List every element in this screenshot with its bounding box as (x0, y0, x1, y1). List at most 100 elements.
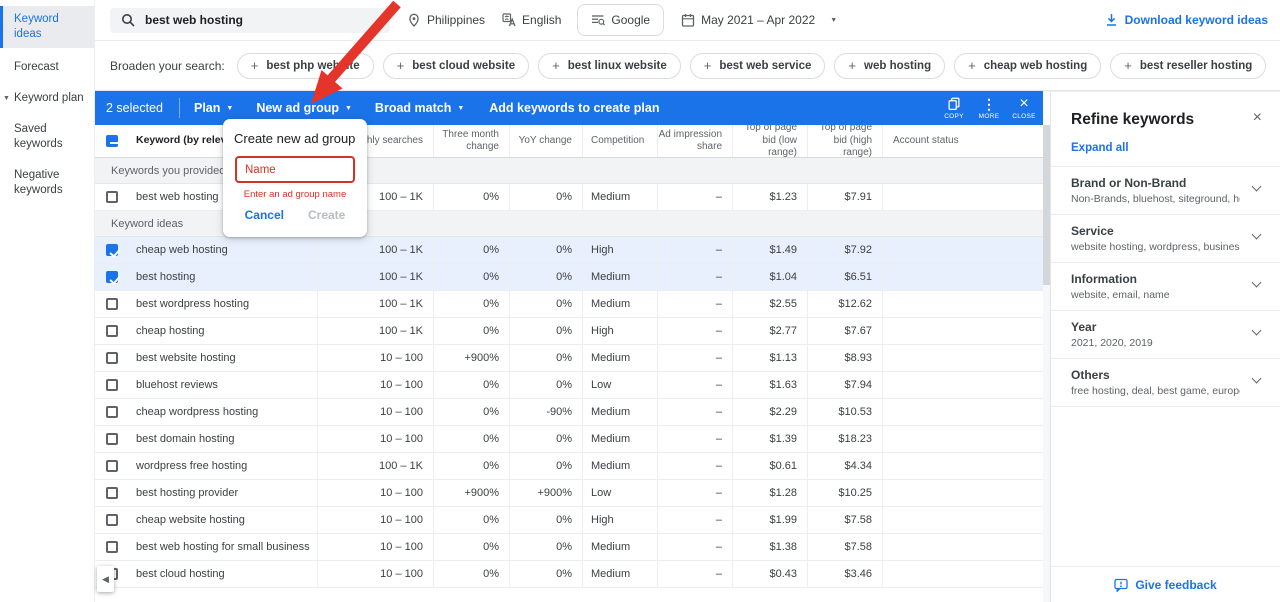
keyword-cell: best hosting (128, 264, 318, 290)
column-header-three-month-change[interactable]: Three month change (434, 125, 510, 157)
column-header-label: Top of page bid (high range) (808, 122, 872, 160)
sidebar-item-negative-keywords[interactable]: Negative keywords (0, 164, 94, 202)
row-checkbox[interactable] (106, 191, 118, 203)
keyword-cell: best website hosting (128, 345, 318, 371)
table-row[interactable]: best hosting100 – 1K0%0%Medium–$1.04$6.5… (95, 264, 1043, 291)
bid-high-cell: $18.23 (808, 426, 883, 452)
dialog-title: Create new ad group (223, 119, 367, 146)
keyword-cell: best hosting provider (128, 480, 318, 506)
toolbar-icon-label: MORE (979, 113, 1000, 120)
broaden-chip[interactable]: +best reseller hosting (1110, 53, 1266, 79)
cell-value: best wordpress hosting (136, 298, 249, 310)
plus-icon: + (704, 58, 712, 73)
plus-icon: + (968, 58, 976, 73)
row-checkbox[interactable] (106, 325, 118, 337)
table-row[interactable]: best cloud hosting10 – 1000%0%Medium–$0.… (95, 561, 1043, 588)
three-month-cell: 0% (434, 184, 510, 210)
cell-value: $1.23 (769, 191, 797, 203)
broaden-chip[interactable]: +cheap web hosting (954, 53, 1101, 79)
row-checkbox[interactable] (106, 244, 118, 256)
sidebar-item-forecast[interactable]: Forecast (0, 56, 94, 79)
refine-section-service[interactable]: Servicewebsite hosting, wordpress, busin… (1051, 215, 1280, 263)
download-keyword-ideas-link[interactable]: Download keyword ideas (1105, 13, 1268, 27)
toolbar-more-button[interactable]: ⋮MORE (976, 97, 1002, 120)
table-row[interactable]: cheap website hosting10 – 1000%0%High–$1… (95, 507, 1043, 534)
row-checkbox[interactable] (106, 271, 118, 283)
column-header-yoy-change[interactable]: YoY change (510, 125, 583, 157)
row-checkbox[interactable] (106, 487, 118, 499)
cell-value: – (716, 433, 722, 445)
table-row[interactable]: best domain hosting10 – 1000%0%Medium–$1… (95, 426, 1043, 453)
toolbar-menu-plan[interactable]: Plan▼ (194, 101, 233, 115)
toolbar-copy-button[interactable]: COPY (941, 97, 967, 120)
add-keywords-button[interactable]: Add keywords to create plan (489, 101, 659, 115)
cell-value: $4.34 (844, 460, 872, 472)
ad-group-name-input[interactable]: Name (235, 156, 355, 183)
refine-section-information[interactable]: Informationwebsite, email, name (1051, 263, 1280, 311)
date-range-filter[interactable]: May 2021 – Apr 2022 ▼ (681, 13, 837, 27)
sidebar-item-keyword-plan[interactable]: ▼Keyword plan (0, 87, 94, 110)
broaden-chip[interactable]: +best web service (690, 53, 826, 79)
search-input[interactable]: best web hosting (110, 8, 390, 33)
column-header-competition[interactable]: Competition (583, 125, 658, 157)
vertical-scrollbar[interactable] (1043, 125, 1050, 602)
broaden-chip[interactable]: +best linux website (538, 53, 681, 79)
cell-value: $8.93 (844, 352, 872, 364)
cancel-button[interactable]: Cancel (245, 208, 284, 222)
menu-label: Plan (194, 101, 220, 115)
table-row[interactable]: cheap hosting100 – 1K0%0%High–$2.77$7.67 (95, 318, 1043, 345)
refine-section-subtitle: 2021, 2020, 2019 (1071, 337, 1240, 349)
row-checkbox[interactable] (106, 460, 118, 472)
chip-label: best cloud website (412, 60, 515, 72)
translate-icon (502, 13, 516, 27)
language-filter[interactable]: English (502, 13, 561, 27)
row-checkbox[interactable] (106, 433, 118, 445)
give-feedback-link[interactable]: Give feedback (1051, 566, 1280, 602)
broaden-chip[interactable]: +best cloud website (383, 53, 529, 79)
broaden-chip[interactable]: +web hosting (834, 53, 945, 79)
cell-value: Medium (591, 433, 630, 445)
table-row[interactable]: best hosting provider10 – 100+900%+900%L… (95, 480, 1043, 507)
broaden-chip[interactable]: +best php website (237, 53, 374, 79)
row-checkbox[interactable] (106, 406, 118, 418)
keyword-planner-app: Keyword ideas Forecast ▼Keyword plan Saved … (0, 0, 1280, 602)
refine-section-brand-or-non-brand[interactable]: Brand or Non-BrandNon-Brands, bluehost, … (1051, 167, 1280, 215)
column-header-ad-impression-share[interactable]: Ad impression share (658, 125, 733, 157)
create-button[interactable]: Create (308, 208, 345, 222)
location-filter[interactable]: Philippines (407, 13, 485, 27)
refine-section-others[interactable]: Othersfree hosting, deal, best game, eur… (1051, 359, 1280, 407)
table-row[interactable]: wordpress free hosting100 – 1K0%0%Medium… (95, 453, 1043, 480)
table-row[interactable]: cheap web hosting100 – 1K0%0%High–$1.49$… (95, 237, 1043, 264)
cell-value: 10 – 100 (380, 541, 423, 553)
row-checkbox[interactable] (106, 298, 118, 310)
close-icon[interactable]: × (1253, 111, 1262, 125)
expand-all-link[interactable]: Expand all (1051, 129, 1280, 167)
column-header-top-of-page-bid-high-range[interactable]: Top of page bid (high range) (808, 125, 883, 157)
row-checkbox[interactable] (106, 379, 118, 391)
column-header-account-status[interactable]: Account status (883, 125, 1043, 157)
table-row[interactable]: best web hosting for small business10 – … (95, 534, 1043, 561)
scroll-left-button[interactable]: ◀ (97, 566, 114, 592)
bid-low-cell: $2.29 (733, 399, 808, 425)
table-row[interactable]: bluehost reviews10 – 1000%0%Low–$1.63$7.… (95, 372, 1043, 399)
network-filter[interactable]: Google (577, 4, 664, 36)
sidebar-item-saved-keywords[interactable]: Saved keywords (0, 118, 94, 156)
row-checkbox[interactable] (106, 352, 118, 364)
toolbar-close-button[interactable]: ×CLOSE (1011, 97, 1037, 120)
table-row[interactable]: cheap wordpress hosting10 – 1000%-90%Med… (95, 399, 1043, 426)
select-all-checkbox[interactable] (106, 135, 118, 147)
ad-share-cell: – (658, 318, 733, 344)
table-row[interactable]: best website hosting10 – 100+900%0%Mediu… (95, 345, 1043, 372)
toolbar-menu-new-ad-group[interactable]: New ad group▼ (256, 101, 352, 115)
cell-value: cheap hosting (136, 325, 205, 337)
row-checkbox[interactable] (106, 514, 118, 526)
row-checkbox[interactable] (106, 541, 118, 553)
keyword-cell: bluehost reviews (128, 372, 318, 398)
table-row[interactable]: best wordpress hosting100 – 1K0%0%Medium… (95, 291, 1043, 318)
sidebar-item-keyword-ideas[interactable]: Keyword ideas (0, 6, 94, 48)
column-header-top-of-page-bid-low-range[interactable]: Top of page bid (low range) (733, 125, 808, 157)
searches-cell: 100 – 1K (318, 237, 434, 263)
scrollbar-thumb[interactable] (1043, 125, 1050, 285)
refine-section-year[interactable]: Year2021, 2020, 2019 (1051, 311, 1280, 359)
toolbar-menu-broad-match[interactable]: Broad match▼ (375, 101, 464, 115)
